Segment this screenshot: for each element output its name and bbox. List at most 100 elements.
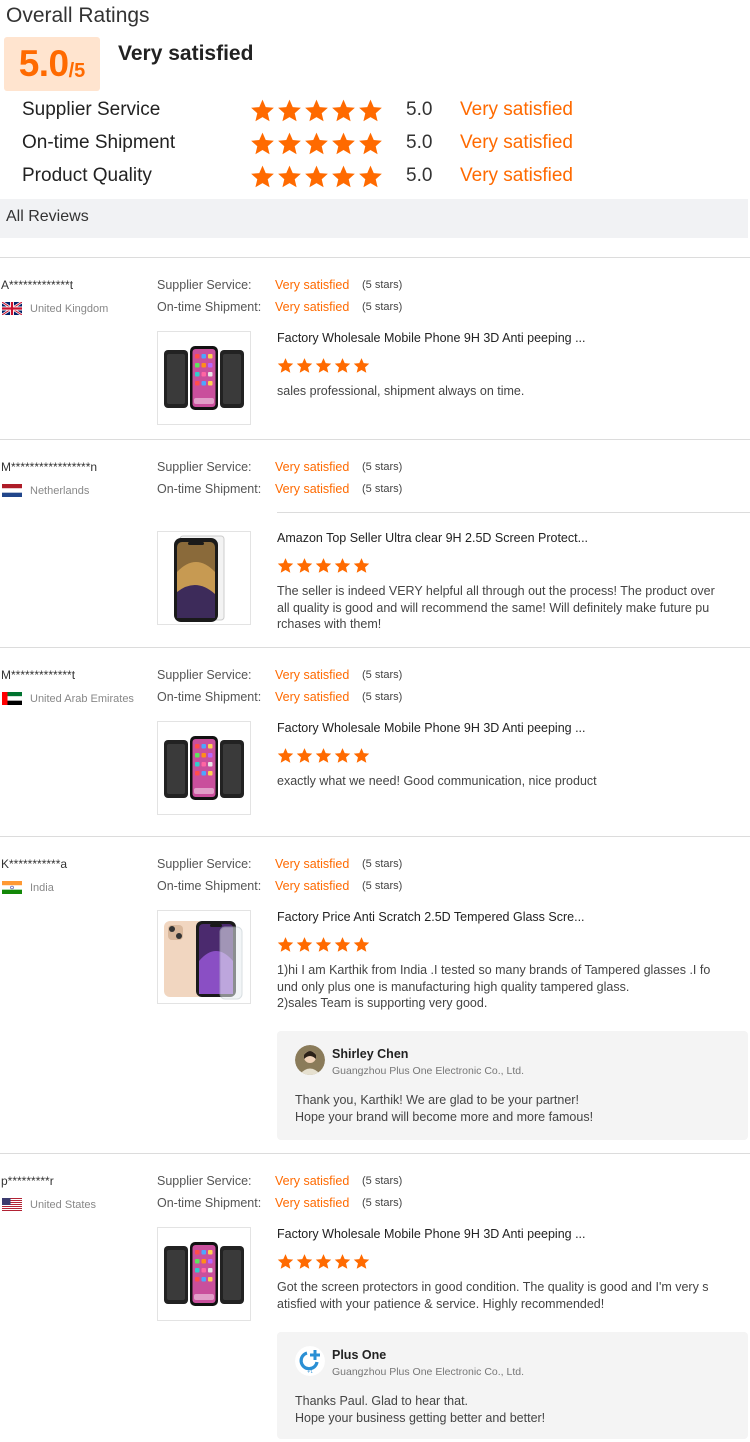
ontime-shipment-stars: (5 stars) [362, 880, 403, 892]
supplier-service-label: Supplier Service: [157, 668, 252, 682]
all-reviews-header: All Reviews [0, 199, 748, 238]
product-thumbnail[interactable] [157, 721, 251, 815]
supplier-reply: +1 Plus One Guangzhou Plus One Electronic … [277, 1332, 748, 1439]
supplier-service-stars: (5 stars) [362, 461, 403, 473]
ontime-shipment-stars: (5 stars) [362, 301, 403, 313]
star-icon [277, 936, 294, 953]
overall-score: 5.0 [18, 43, 69, 84]
us-flag [2, 1198, 22, 1211]
ontime-shipment-row: On-time Shipment: Very satisfied (5 stars) [157, 482, 402, 496]
star-icon [358, 131, 383, 156]
review-text: The seller is indeed VERY helpful all th… [277, 583, 737, 633]
rating-label: Product Quality [22, 165, 152, 186]
product-thumbnail[interactable] [157, 1227, 251, 1321]
privacy-phones-thumb [164, 1242, 244, 1306]
ontime-shipment-value: Very satisfied [275, 482, 350, 496]
star-icon [331, 164, 356, 189]
supplier-service-row: Supplier Service: Very satisfied (5 stars) [157, 857, 402, 871]
overall-ratings-title: Overall Ratings [6, 4, 150, 27]
overall-score-badge: 5.0 /5 [4, 37, 100, 91]
review-text: Got the screen protectors in good condit… [277, 1279, 737, 1312]
reply-company-name: Guangzhou Plus One Electronic Co., Ltd. [332, 1366, 525, 1378]
supplier-service-value: Very satisfied [275, 460, 350, 474]
star-icon [334, 1253, 351, 1270]
supplier-service-value: Very satisfied [275, 857, 350, 871]
product-thumbnail[interactable] [157, 910, 251, 1004]
rating-satisfaction: Very satisfied [460, 165, 573, 186]
ontime-shipment-label: On-time Shipment: [157, 300, 262, 314]
product-thumbnail[interactable] [157, 331, 251, 425]
review-text: 1)hi I am Karthik from India .I tested s… [277, 962, 737, 1012]
star-icon [315, 747, 332, 764]
star-icon [277, 357, 294, 374]
product-title-link[interactable]: Amazon Top Seller Ultra clear 9H 2.5D Sc… [277, 531, 588, 545]
supplier-service-stars: (5 stars) [362, 279, 403, 291]
star-icon [277, 557, 294, 574]
reply-text: Thank you, Karthik! We are glad to be yo… [295, 1092, 593, 1125]
overall-satisfaction-label: Very satisfied [118, 42, 254, 65]
ontime-shipment-row: On-time Shipment: Very satisfied (5 stars) [157, 690, 402, 704]
supplier-service-value: Very satisfied [275, 278, 350, 292]
reply-author-name: Shirley Chen [332, 1047, 409, 1061]
country-name: United States [30, 1198, 97, 1211]
reply-author-name: Plus One [332, 1348, 387, 1362]
ontime-shipment-row: On-time Shipment: Very satisfied (5 stars) [157, 300, 402, 314]
review-rating [277, 747, 372, 764]
overall-score-out-of: /5 [68, 59, 86, 82]
star-icon [334, 557, 351, 574]
review-text-line: all quality is good and will recommend t… [277, 600, 710, 615]
india-flag [2, 881, 22, 894]
supplier-service-label: Supplier Service: [157, 460, 252, 474]
supplier-service-value: Very satisfied [275, 1174, 350, 1188]
reviewer-country: United Arab Emirates [2, 692, 134, 705]
star-icon [250, 164, 275, 189]
reply-text-line: Thanks Paul. Glad to hear that. [295, 1394, 469, 1408]
review-text-line: rchases with them! [277, 617, 382, 631]
uae-flag [2, 692, 22, 705]
privacy-phones-thumb [164, 736, 244, 800]
review-text: exactly what we need! Good communication… [277, 773, 737, 790]
person-avatar-icon [295, 1045, 325, 1075]
product-title-link[interactable]: Factory Wholesale Mobile Phone 9H 3D Ant… [277, 721, 586, 735]
review-text-line: und only plus one is manufacturing high … [277, 979, 630, 994]
reviewer-country: India [2, 881, 54, 894]
star-icon [353, 936, 370, 953]
review-text: sales professional, shipment always on t… [277, 383, 737, 400]
star-icon [353, 747, 370, 764]
ontime-shipment-stars: (5 stars) [362, 1197, 403, 1209]
reply-company-name: Guangzhou Plus One Electronic Co., Ltd. [332, 1065, 525, 1077]
star-icon [315, 1253, 332, 1270]
reply-avatar [295, 1045, 325, 1075]
star-icon [358, 98, 383, 123]
reviewer-country: United Kingdom [2, 302, 108, 315]
product-title-link[interactable]: Factory Price Anti Scratch 2.5D Tempered… [277, 910, 585, 924]
ontime-shipment-value: Very satisfied [275, 300, 350, 314]
supplier-service-stars: (5 stars) [362, 858, 403, 870]
product-title-link[interactable]: Factory Wholesale Mobile Phone 9H 3D Ant… [277, 331, 586, 345]
country-name: United Arab Emirates [30, 692, 134, 705]
rating-row: Product Quality 5.0 Very satisfied [22, 162, 573, 190]
divider [0, 257, 750, 258]
star-icon [334, 747, 351, 764]
star-icon [296, 1253, 313, 1270]
svg-text:+1: +1 [307, 1369, 313, 1374]
supplier-service-row: Supplier Service: Very satisfied (5 stars) [157, 1174, 402, 1188]
iphone-xs-thumb [174, 535, 225, 622]
supplier-service-row: Supplier Service: Very satisfied (5 stars) [157, 668, 402, 682]
star-icon [277, 131, 302, 156]
reviewer-country: United States [2, 1198, 96, 1211]
ontime-shipment-stars: (5 stars) [362, 691, 403, 703]
ontime-shipment-stars: (5 stars) [362, 483, 403, 495]
star-icon [334, 357, 351, 374]
product-title-link[interactable]: Factory Wholesale Mobile Phone 9H 3D Ant… [277, 1227, 586, 1241]
country-name: Netherlands [30, 484, 90, 497]
star-icon [315, 936, 332, 953]
country-name: United Kingdom [30, 302, 109, 315]
rating-value: 5.0 [406, 99, 433, 120]
star-icon [296, 936, 313, 953]
supplier-reply: Shirley Chen Guangzhou Plus One Electroni… [277, 1031, 748, 1140]
review-text-line: The seller is indeed VERY helpful all th… [277, 584, 715, 598]
product-thumbnail[interactable] [157, 531, 251, 625]
ontime-shipment-row: On-time Shipment: Very satisfied (5 stars) [157, 1196, 402, 1210]
divider [0, 1153, 750, 1154]
